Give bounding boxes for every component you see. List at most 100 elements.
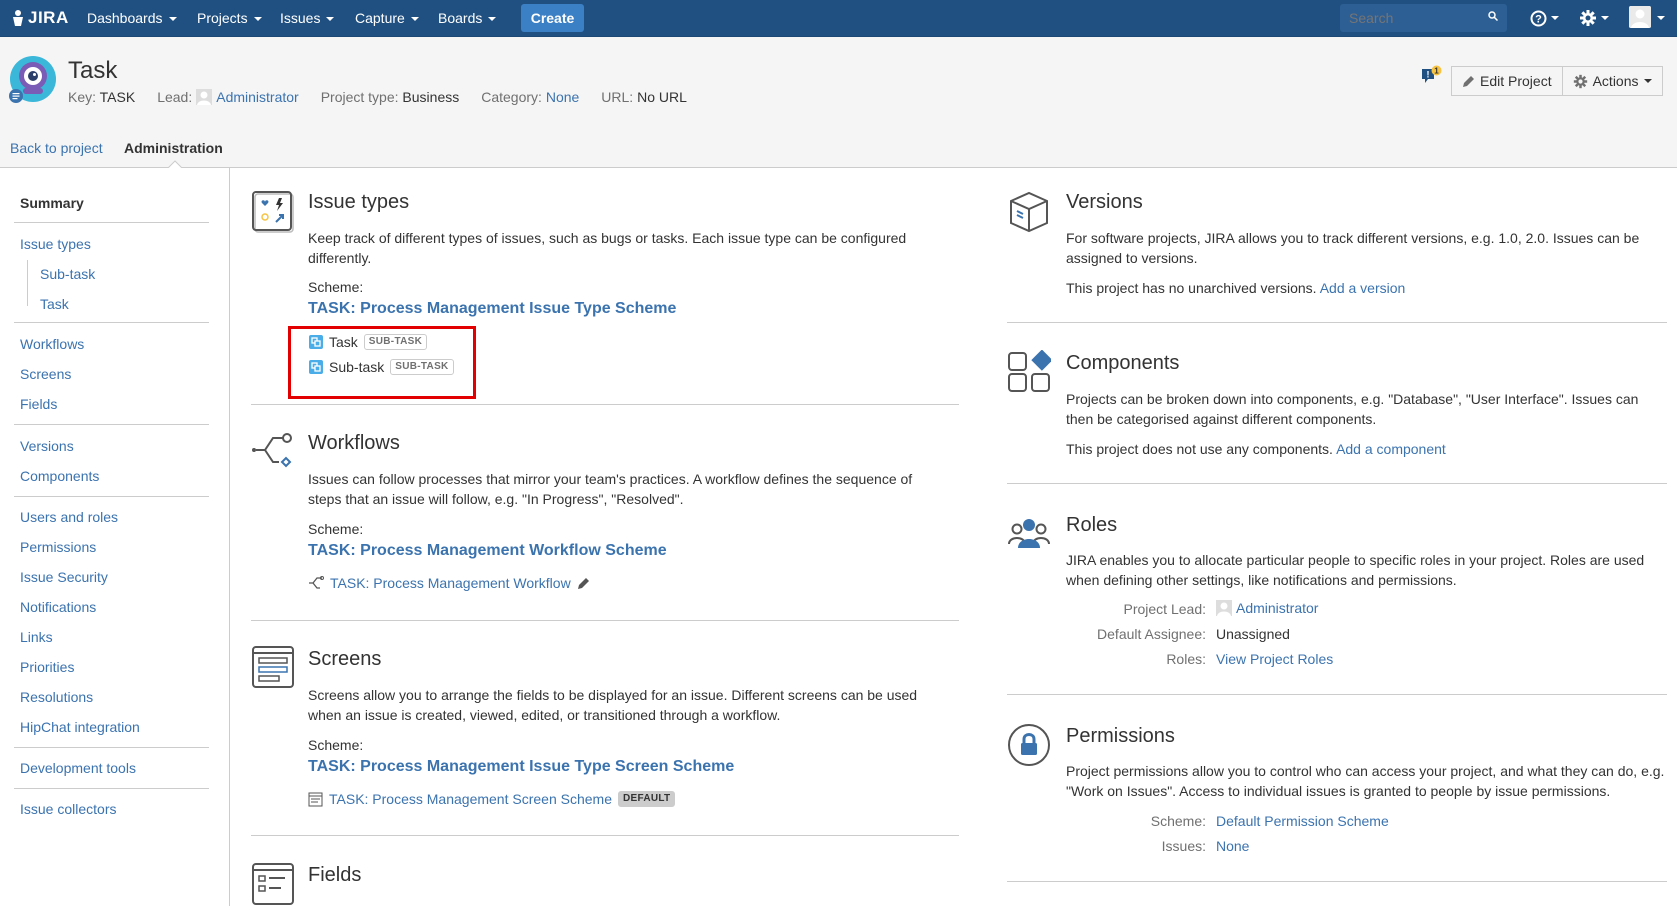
header-actions: Edit Project Actions [1451,66,1663,96]
screen-row: TASK: Process Management Screen Scheme D… [308,791,676,807]
sidebar-item-versions[interactable]: Versions [20,438,74,454]
feedback-icon[interactable]: ! 1 [1420,65,1442,87]
default-assignee-value: Unassigned [1216,626,1290,642]
sidebar-item-sub-task[interactable]: Sub-task [40,266,95,282]
permission-scheme-link[interactable]: Default Permission Scheme [1216,813,1389,829]
actions-label: Actions [1592,73,1639,89]
sidebar-item-summary[interactable]: Summary [20,195,84,211]
category-link[interactable]: None [546,89,579,105]
sidebar-item-workflows[interactable]: Workflows [20,336,84,352]
svg-text:!: ! [1427,70,1430,80]
roles-icon [1008,519,1050,548]
nav-boards[interactable]: Boards [438,0,497,36]
edit-project-label: Edit Project [1480,73,1552,89]
nav-label: Dashboards [87,10,163,26]
lead-link[interactable]: Administrator [216,89,298,105]
user-avatar-icon [1216,600,1232,616]
sidebar-item-components[interactable]: Components [20,468,99,484]
screen-scheme-link[interactable]: TASK: Process Management Issue Type Scre… [308,758,734,776]
section-divider [251,404,959,405]
sidebar-item-issue-security[interactable]: Issue Security [20,569,108,585]
section-divider [1007,694,1667,695]
pencil-icon [1463,75,1474,87]
gear-icon [1580,10,1596,26]
add-version-link[interactable]: Add a version [1320,280,1406,296]
chevron-down-icon[interactable] [1657,16,1665,20]
scheme-label: Scheme: [308,279,364,295]
components-title: Components [1066,352,1180,374]
create-button[interactable]: Create [521,4,584,32]
user-avatar[interactable] [1629,6,1651,28]
svg-text:?: ? [1535,13,1542,25]
nav-issues[interactable]: Issues [280,0,335,36]
versions-status: This project has no unarchived versions.… [1066,278,1666,298]
actions-button[interactable]: Actions [1562,66,1663,96]
pencil-icon[interactable] [577,577,590,590]
sidebar-item-screens[interactable]: Screens [20,366,71,382]
sidebar-item-fields[interactable]: Fields [20,396,57,412]
screen-scheme-item-link[interactable]: TASK: Process Management Screen Scheme [329,791,612,807]
settings-menu[interactable] [1579,8,1609,28]
project-key: Key: TASK [68,89,135,105]
project-lead: Lead: Administrator [157,89,299,105]
versions-status-text: This project has no unarchived versions. [1066,280,1317,296]
gear-icon [1573,74,1587,88]
issue-type-scheme-link[interactable]: TASK: Process Management Issue Type Sche… [308,300,676,318]
add-component-link[interactable]: Add a component [1336,441,1446,457]
project-lead-link[interactable]: Administrator [1236,600,1318,616]
sidebar-item-notifications[interactable]: Notifications [20,599,96,615]
permission-scheme-label: Scheme: [1150,813,1206,829]
chevron-down-icon [1643,79,1652,83]
nav-projects[interactable]: Projects [197,0,262,36]
nav-dashboards[interactable]: Dashboards [87,0,177,36]
workflow-row: TASK: Process Management Workflow [308,575,590,591]
sidebar-item-links[interactable]: Links [20,629,53,645]
components-description: Projects can be broken down into compone… [1066,391,1639,427]
sidebar-item-issue-types[interactable]: Issue types [20,236,91,252]
help-menu[interactable]: ? [1530,8,1559,28]
project-type: Project type: Business [321,89,460,105]
feedback-count: 1 [1434,67,1439,76]
project-header: Task Key: TASK Lead: Administrator Proje… [0,37,1677,127]
project-avatar-icon[interactable] [9,55,57,103]
jira-logo[interactable]: JIRA [10,7,69,29]
tab-administration[interactable]: Administration [124,140,223,156]
issue-types-title: Issue types [308,191,410,213]
sidebar-divider [14,496,209,497]
key-value: TASK [99,89,136,105]
workflow-link[interactable]: TASK: Process Management Workflow [330,575,571,591]
project-url: URL: No URL [601,89,687,105]
sidebar-item-task[interactable]: Task [40,296,69,312]
sidebar-item-permissions[interactable]: Permissions [20,539,96,555]
sidebar-item-hipchat-integration[interactable]: HipChat integration [20,719,140,735]
project-lead-label: Project Lead: [1123,601,1207,617]
workflows-description: Issues can follow processes that mirror … [308,471,913,507]
sidebar-item-priorities[interactable]: Priorities [20,659,74,675]
screen-small-icon [308,792,323,806]
issue-security-link[interactable]: None [1216,838,1249,854]
view-project-roles-link[interactable]: View Project Roles [1216,651,1333,667]
tab-back-to-project[interactable]: Back to project [10,140,103,156]
issue-types-description: Keep track of different types of issues,… [308,230,907,266]
roles-title: Roles [1066,514,1118,536]
workflow-scheme-link[interactable]: TASK: Process Management Workflow Scheme [308,542,667,560]
default-assignee-label: Default Assignee: [1097,626,1206,642]
versions-icon [1010,191,1048,233]
sidebar-item-resolutions[interactable]: Resolutions [20,689,93,705]
section-divider [1007,483,1667,484]
components-status: This project does not use any components… [1066,439,1666,459]
sidebar-divider [14,788,209,789]
screens-icon [252,646,294,688]
sidebar-item-users-and-roles[interactable]: Users and roles [20,509,118,525]
sidebar-divider [14,424,209,425]
versions-title: Versions [1066,191,1143,213]
category-label: Category: [481,89,542,105]
edit-project-button[interactable]: Edit Project [1451,66,1563,96]
sidebar-item-development-tools[interactable]: Development tools [20,760,136,776]
nav-capture[interactable]: Capture [355,0,419,36]
search-icon[interactable] [1488,11,1498,21]
project-title: Task [68,57,118,84]
sidebar-item-issue-collectors[interactable]: Issue collectors [20,801,116,817]
search-input[interactable] [1340,4,1507,32]
issue-types-icon [252,191,294,233]
